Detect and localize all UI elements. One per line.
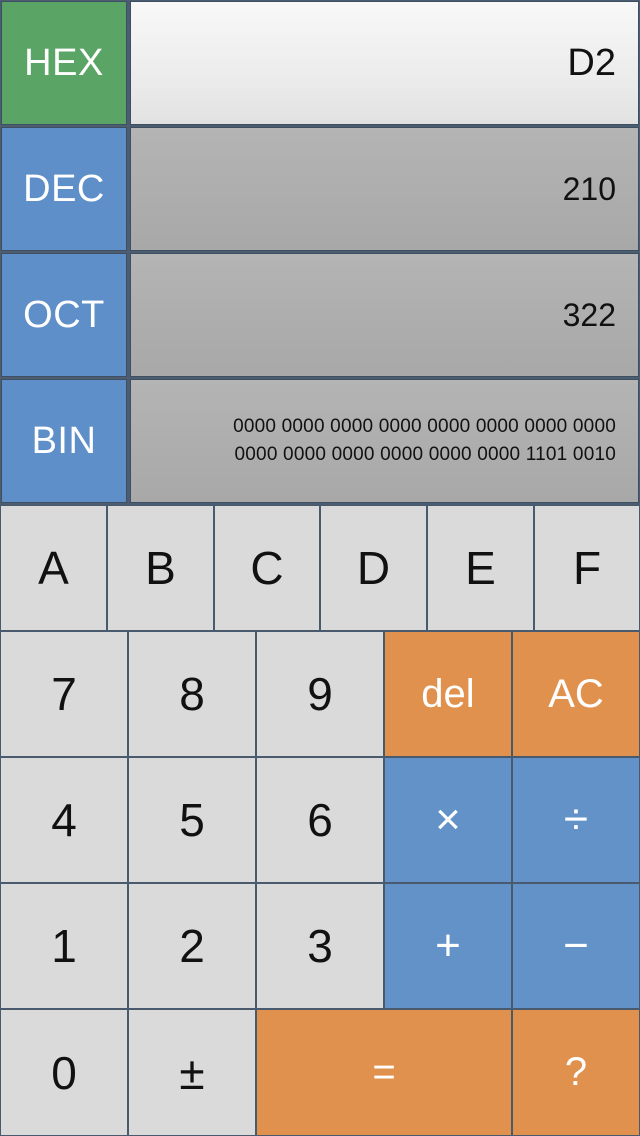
bin-value-line-1: 0000 0000 0000 0000 0000 0000 0000 0000 (233, 416, 616, 437)
multiply-button[interactable]: × (384, 757, 512, 883)
key-f[interactable]: F (534, 505, 640, 631)
hex-row: HEX D2 (0, 1, 640, 125)
key-8[interactable]: 8 (128, 631, 256, 757)
hex-display: D2 (130, 1, 639, 125)
key-c[interactable]: C (214, 505, 320, 631)
key-d[interactable]: D (320, 505, 427, 631)
key-7[interactable]: 7 (0, 631, 128, 757)
key-a[interactable]: A (0, 505, 107, 631)
dec-display: 210 (130, 127, 639, 251)
key-5[interactable]: 5 (128, 757, 256, 883)
key-0[interactable]: 0 (0, 1009, 128, 1136)
equals-button[interactable]: = (256, 1009, 512, 1136)
calculator-app: HEX D2 DEC 210 OCT 322 BIN 0000 0000 000… (0, 0, 640, 1136)
dec-value: 210 (562, 170, 616, 207)
key-9[interactable]: 9 (256, 631, 384, 757)
divide-button[interactable]: ÷ (512, 757, 640, 883)
dec-row: DEC 210 (0, 127, 640, 251)
key-2[interactable]: 2 (128, 883, 256, 1009)
key-1[interactable]: 1 (0, 883, 128, 1009)
bin-mode-button[interactable]: BIN (1, 379, 127, 503)
bin-value-line-2: 0000 0000 0000 0000 0000 0000 1101 0010 (234, 444, 616, 465)
oct-value: 322 (562, 296, 616, 333)
key-4[interactable]: 4 (0, 757, 128, 883)
bin-row: BIN 0000 0000 0000 0000 0000 0000 0000 0… (0, 379, 640, 503)
key-6[interactable]: 6 (256, 757, 384, 883)
sign-toggle-button[interactable]: ± (128, 1009, 256, 1136)
oct-mode-button[interactable]: OCT (1, 253, 127, 377)
oct-row: OCT 322 (0, 253, 640, 377)
help-button[interactable]: ? (512, 1009, 640, 1136)
key-e[interactable]: E (427, 505, 534, 631)
minus-button[interactable]: − (512, 883, 640, 1009)
oct-display: 322 (130, 253, 639, 377)
hex-mode-button[interactable]: HEX (1, 1, 127, 125)
dec-mode-button[interactable]: DEC (1, 127, 127, 251)
bin-display: 0000 0000 0000 0000 0000 0000 0000 0000 … (130, 379, 639, 503)
plus-button[interactable]: + (384, 883, 512, 1009)
hex-value: D2 (567, 41, 616, 84)
key-3[interactable]: 3 (256, 883, 384, 1009)
delete-button[interactable]: del (384, 631, 512, 757)
key-b[interactable]: B (107, 505, 214, 631)
all-clear-button[interactable]: AC (512, 631, 640, 757)
